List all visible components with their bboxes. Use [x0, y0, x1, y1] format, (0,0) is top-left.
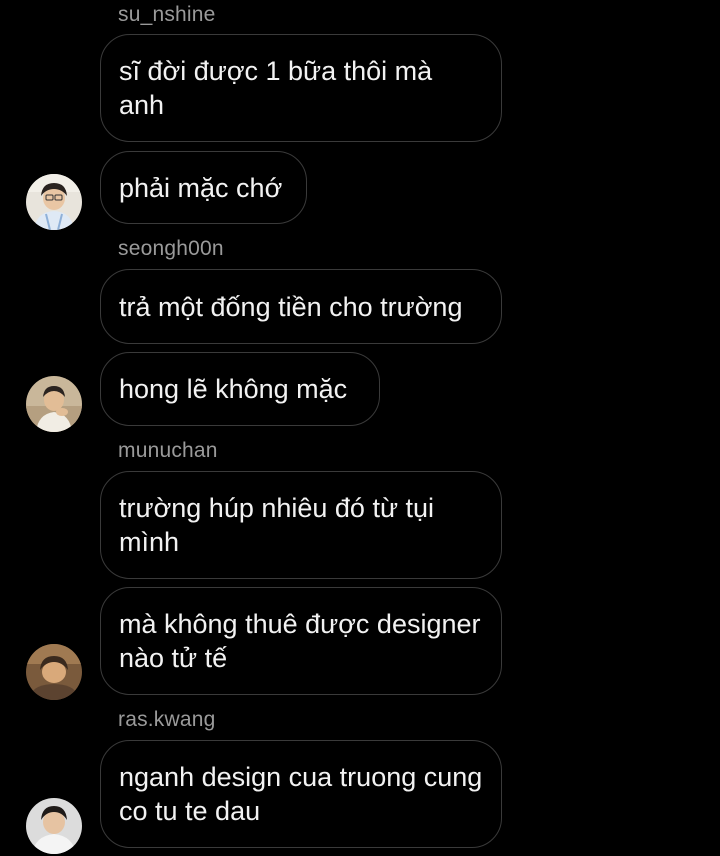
message-text: sĩ đời được 1 bữa thôi mà anh: [119, 56, 433, 120]
avatar-photo-icon: [26, 174, 82, 230]
message-text: hong lẽ không mặc: [119, 374, 348, 404]
message-bubble[interactable]: sĩ đời được 1 bữa thôi mà anh: [100, 34, 502, 142]
user-avatar[interactable]: [26, 174, 82, 230]
sender-name: munuchan: [118, 439, 218, 462]
message-text: phải mặc chớ: [119, 172, 283, 203]
user-avatar[interactable]: [26, 644, 82, 700]
message-text: trả một đống tiền cho trường: [119, 291, 463, 322]
user-avatar[interactable]: [26, 376, 82, 432]
user-avatar[interactable]: [26, 798, 82, 854]
avatar-photo-icon: [26, 376, 82, 432]
message-bubble[interactable]: nganh design cua truong cung co tu te da…: [100, 740, 502, 848]
avatar-photo-icon: [26, 798, 82, 854]
message-bubble[interactable]: phải mặc chớ: [100, 151, 307, 224]
sender-name: seongh00n: [118, 237, 224, 260]
message-bubble[interactable]: hong lẽ không mặc: [100, 352, 380, 426]
message-bubble[interactable]: trường húp nhiêu đó từ tụi mình: [100, 471, 502, 579]
avatar-photo-icon: [26, 644, 82, 700]
message-bubble[interactable]: mà không thuê được designer nào tử tế: [100, 587, 502, 695]
message-bubble[interactable]: trả một đống tiền cho trường: [100, 269, 502, 344]
message-text: mà không thuê được designer nào tử tế: [119, 609, 481, 673]
sender-name: ras.kwang: [118, 708, 216, 731]
message-text: trường húp nhiêu đó từ tụi mình: [119, 493, 435, 557]
message-text: nganh design cua truong cung co tu te da…: [119, 762, 483, 826]
sender-name: su_nshine: [118, 3, 216, 26]
